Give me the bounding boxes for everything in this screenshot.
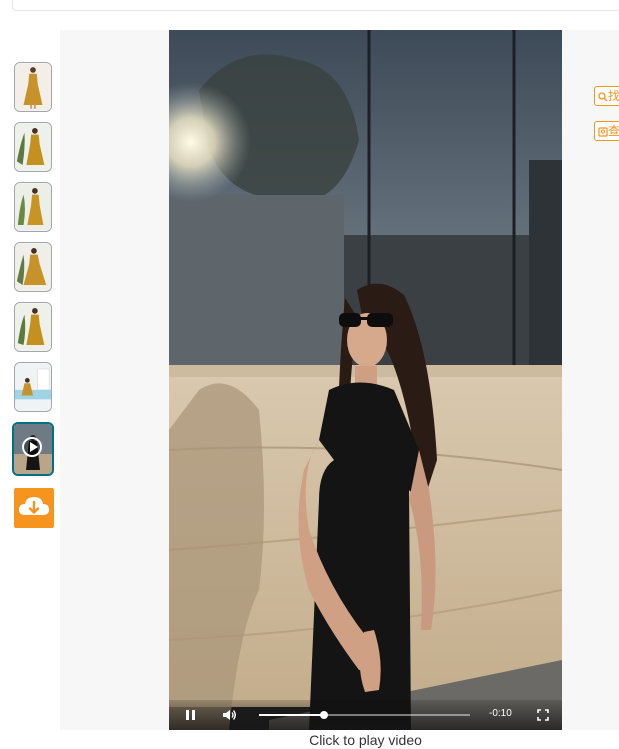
cloud-download-icon: [19, 497, 49, 515]
top-panel-border: [12, 0, 619, 11]
seek-progress: [259, 714, 325, 716]
dress-image-icon: [15, 183, 51, 231]
seek-handle[interactable]: [320, 711, 329, 719]
volume-icon: [223, 710, 236, 720]
thumbnail-video[interactable]: [12, 422, 54, 476]
thumbnail-6[interactable]: [14, 362, 52, 412]
volume-button[interactable]: [221, 707, 237, 723]
seek-bar[interactable]: [259, 711, 470, 719]
dress-image-icon: [15, 123, 51, 171]
view-image-button[interactable]: 查: [594, 121, 619, 141]
search-image-button[interactable]: 找: [594, 86, 619, 106]
pause-button[interactable]: [183, 707, 199, 723]
fullscreen-icon: [537, 709, 549, 721]
thumbnail-3[interactable]: [14, 182, 52, 232]
image-search-icon: [598, 127, 608, 137]
thumbnail-4[interactable]: [14, 242, 52, 292]
dress-image-icon: [15, 243, 51, 291]
dress-image-icon: [15, 363, 51, 411]
thumbnail-2[interactable]: [14, 122, 52, 172]
dress-image-icon: [15, 303, 51, 351]
video-player[interactable]: -0:10: [169, 30, 562, 730]
download-button[interactable]: [14, 488, 54, 528]
fullscreen-button[interactable]: [535, 707, 551, 723]
search-icon: [598, 92, 608, 102]
video-controls: -0:10: [169, 700, 562, 730]
search-image-label: 找: [608, 89, 619, 103]
dress-image-icon: [15, 63, 51, 111]
video-frame: [169, 30, 562, 730]
thumbnail-1[interactable]: [14, 62, 52, 112]
thumbnail-5[interactable]: [14, 302, 52, 352]
view-image-label: 查: [608, 124, 619, 138]
play-icon: [22, 437, 42, 457]
video-caption: Click to play video: [309, 732, 422, 748]
time-remaining: -0:10: [489, 708, 512, 719]
